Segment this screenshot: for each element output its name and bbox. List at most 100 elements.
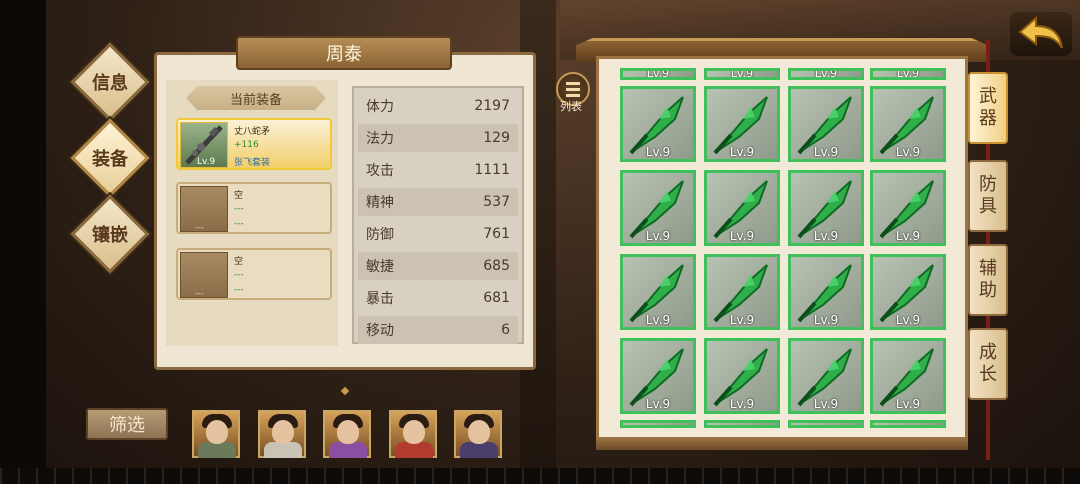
inventory-item[interactable]: Lv.9 xyxy=(620,254,696,330)
inventory-item[interactable]: Lv.9 xyxy=(704,86,780,162)
stat-value: 681 xyxy=(483,290,510,306)
inventory-item[interactable]: Lv.9 xyxy=(870,68,946,80)
inventory-item[interactable]: Lv.9 xyxy=(788,170,864,246)
inventory-item[interactable]: Lv.9 xyxy=(620,68,696,80)
stat-label: 法力 xyxy=(366,131,394,147)
inventory-footer-frame xyxy=(596,438,968,450)
category-tab-char: 具 xyxy=(979,196,997,217)
slot-thumbnail: Lv.9 xyxy=(180,122,228,168)
inventory-item[interactable]: Lv.9 xyxy=(870,170,946,246)
slot-item-set: --- xyxy=(234,219,244,229)
stat-label: 敏捷 xyxy=(366,259,394,275)
list-icon xyxy=(566,82,580,85)
category-tab-char: 武 xyxy=(979,86,997,107)
slot-level: --- xyxy=(195,289,204,298)
category-tab[interactable]: 成长 xyxy=(968,328,1008,400)
stat-label: 移动 xyxy=(366,323,394,339)
stat-row: 法力 129 xyxy=(358,124,518,152)
category-tab[interactable]: 辅助 xyxy=(968,244,1008,316)
stat-row: 体力 2197 xyxy=(358,92,518,120)
stat-row: 精神 537 xyxy=(358,188,518,216)
hero-body xyxy=(460,442,498,458)
equipment-slot-1[interactable]: Lv.9 丈八蛇矛 +116 张飞套装 xyxy=(176,118,332,170)
inventory-item[interactable]: Lv.9 xyxy=(704,68,780,80)
item-level: Lv.9 xyxy=(813,397,839,411)
inventory-item[interactable]: Lv.9 xyxy=(870,338,946,414)
slot-item-set: 张飞套装 xyxy=(234,158,271,168)
inventory-item[interactable]: Lv.9 xyxy=(788,86,864,162)
item-level: Lv.9 xyxy=(645,229,671,243)
inventory-item[interactable]: Lv.9 xyxy=(704,338,780,414)
slot-level: --- xyxy=(195,223,204,232)
hero-face xyxy=(403,420,425,444)
slot-item-bonus: +116 xyxy=(234,140,259,150)
item-level: Lv.9 xyxy=(814,68,838,80)
tab-inlay-label: 镶嵌 xyxy=(92,225,128,246)
item-level: Lv.9 xyxy=(895,313,921,327)
inventory-item[interactable]: Lv.9 xyxy=(704,170,780,246)
hero-portrait-2[interactable] xyxy=(258,410,306,458)
inventory-item[interactable]: Lv.9 xyxy=(788,68,864,80)
inventory-item[interactable]: Lv.9 xyxy=(620,338,696,414)
hero-body xyxy=(395,442,433,458)
inventory-item[interactable] xyxy=(788,420,864,428)
category-tab-char: 长 xyxy=(979,364,997,385)
item-level: Lv.9 xyxy=(813,313,839,327)
stat-row: 防御 761 xyxy=(358,220,518,248)
equipment-slot-3[interactable]: --- 空 --- --- xyxy=(176,248,332,300)
slot-item-bonus: --- xyxy=(234,204,244,214)
slot-thumbnail: --- xyxy=(180,186,228,232)
slot-item-name: 丈八蛇矛 xyxy=(234,127,271,137)
slot-thumbnail: --- xyxy=(180,252,228,298)
item-level: Lv.9 xyxy=(895,145,921,159)
category-tab[interactable]: 武器 xyxy=(968,72,1008,144)
item-level: Lv.9 xyxy=(895,397,921,411)
item-level: Lv.9 xyxy=(729,145,755,159)
stat-value: 761 xyxy=(483,226,510,242)
equipment-slot-2[interactable]: --- 空 --- --- xyxy=(176,182,332,234)
slot-level: Lv.9 xyxy=(197,157,216,167)
list-icon xyxy=(566,88,580,91)
inventory-item[interactable]: Lv.9 xyxy=(620,86,696,162)
inventory-item[interactable] xyxy=(704,420,780,428)
hero-portrait-3[interactable] xyxy=(323,410,371,458)
inventory-item[interactable]: Lv.9 xyxy=(704,254,780,330)
item-level: Lv.9 xyxy=(645,397,671,411)
hero-portrait-1[interactable] xyxy=(192,410,240,458)
item-level: Lv.9 xyxy=(729,229,755,243)
stat-row: 敏捷 685 xyxy=(358,252,518,280)
stats-table: 体力 2197 法力 129 攻击 1111 精神 537 防御 761 敏捷 685 暴击… xyxy=(352,86,524,344)
inventory-item[interactable]: Lv.9 xyxy=(620,170,696,246)
slot-item-name: 空 xyxy=(234,257,244,267)
category-tab-char: 助 xyxy=(979,280,997,301)
inventory-item[interactable]: Lv.9 xyxy=(788,338,864,414)
stat-value: 6 xyxy=(501,322,510,338)
list-icon xyxy=(566,94,580,97)
inventory-item[interactable] xyxy=(870,420,946,428)
inventory-item[interactable]: Lv.9 xyxy=(788,254,864,330)
item-level: Lv.9 xyxy=(645,145,671,159)
filter-button[interactable]: 筛选 xyxy=(86,408,168,440)
item-level: Lv.9 xyxy=(729,397,755,411)
inventory-item[interactable]: Lv.9 xyxy=(870,86,946,162)
hero-body xyxy=(198,442,236,458)
left-border xyxy=(0,0,46,484)
item-level: Lv.9 xyxy=(895,229,921,243)
category-tab[interactable]: 防具 xyxy=(968,160,1008,232)
stat-value: 537 xyxy=(483,194,510,210)
item-level: Lv.9 xyxy=(813,145,839,159)
hero-face xyxy=(206,420,228,444)
item-level: Lv.9 xyxy=(813,229,839,243)
slot-item-bonus: --- xyxy=(234,270,244,280)
stat-label: 精神 xyxy=(366,195,394,211)
hero-portrait-5[interactable] xyxy=(454,410,502,458)
hero-face xyxy=(272,420,294,444)
back-button[interactable] xyxy=(1010,12,1072,56)
inventory-item[interactable] xyxy=(620,420,696,428)
hero-name: 周泰 xyxy=(326,44,362,65)
hero-portrait-4[interactable] xyxy=(389,410,437,458)
item-level: Lv.9 xyxy=(645,313,671,327)
inventory-item[interactable]: Lv.9 xyxy=(870,254,946,330)
stat-value: 2197 xyxy=(474,98,510,114)
stat-row: 暴击 681 xyxy=(358,284,518,312)
